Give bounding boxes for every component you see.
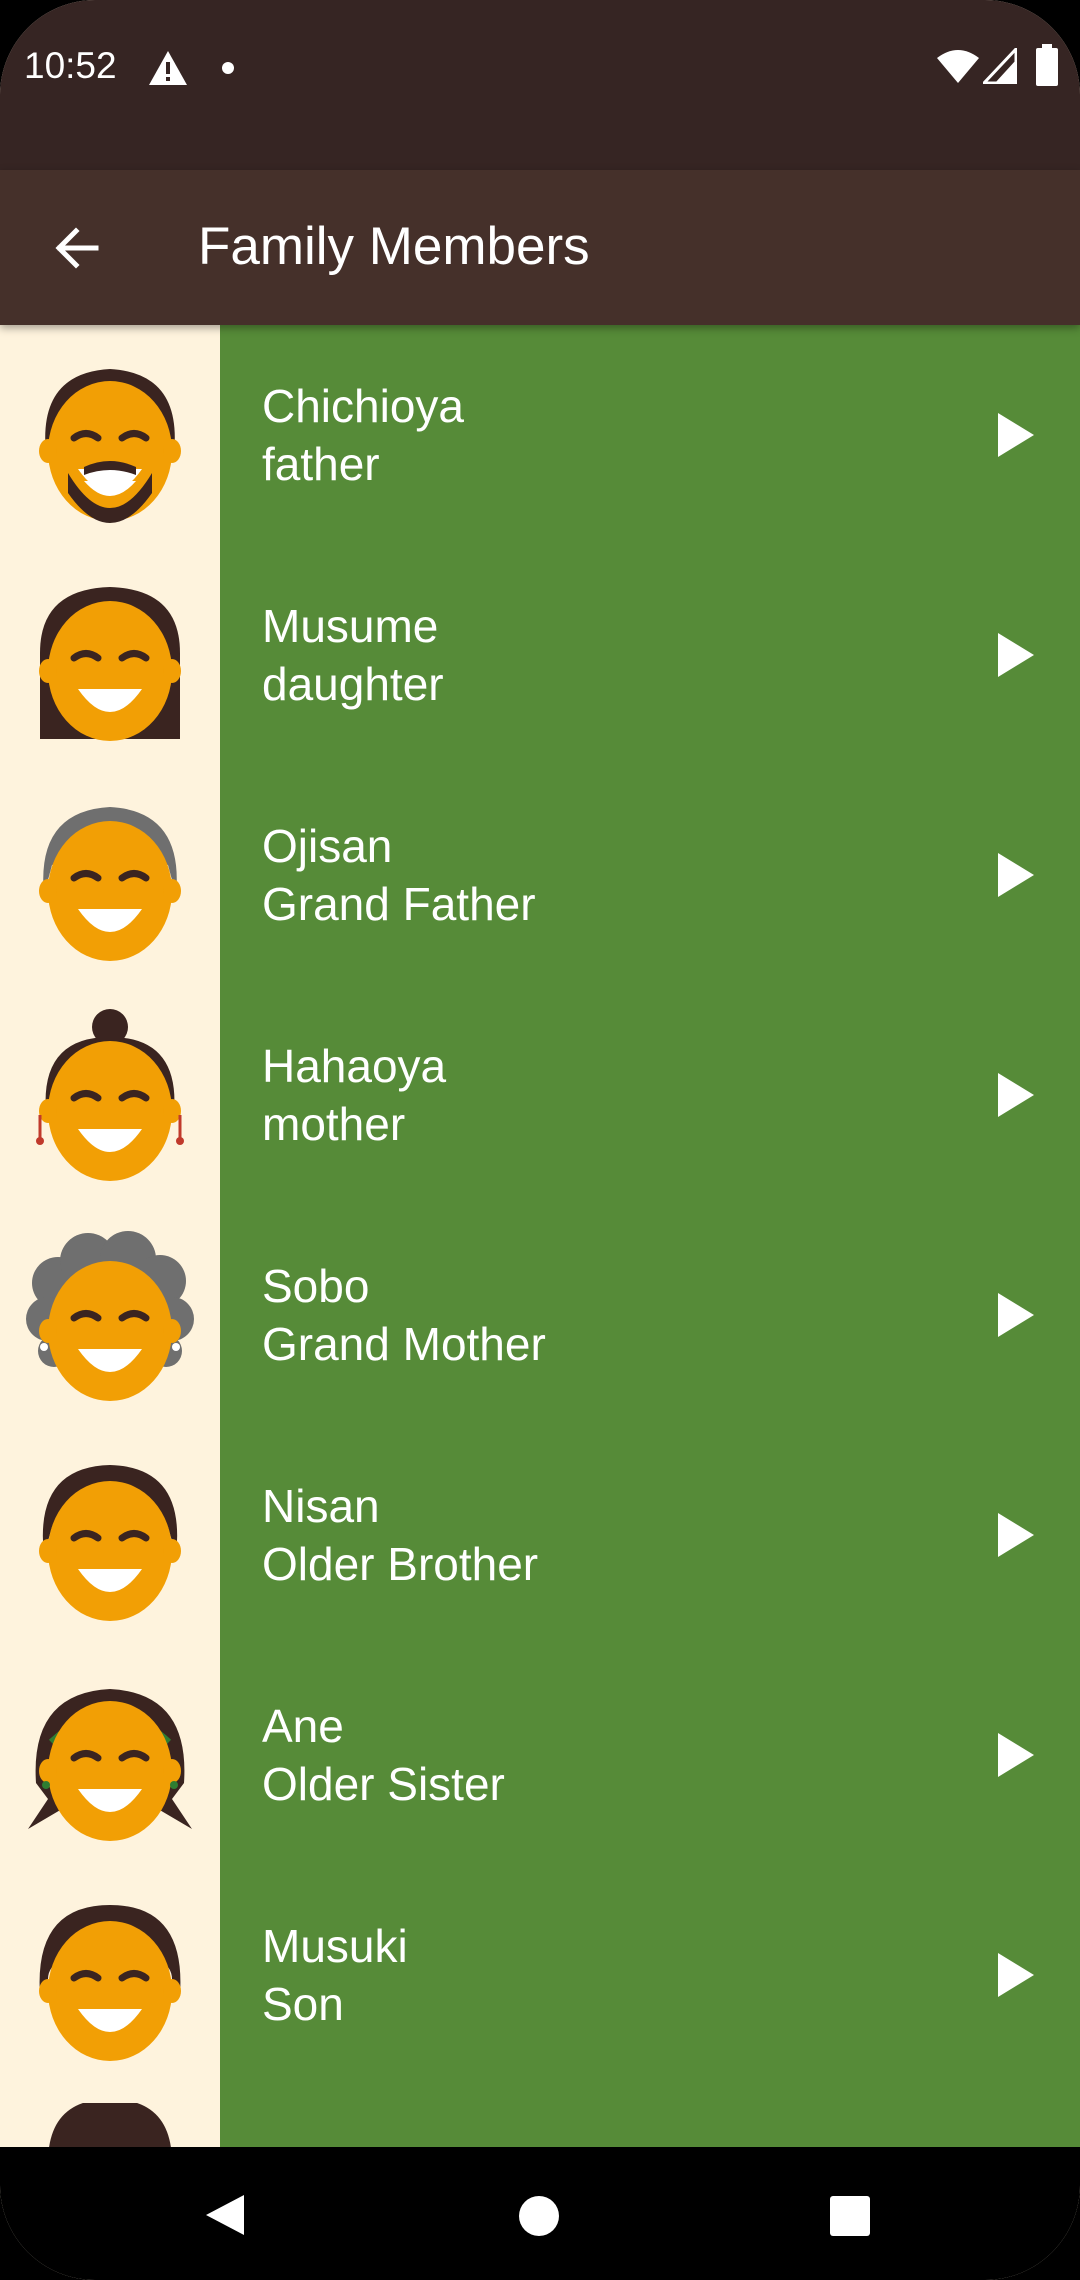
alert-icon <box>149 51 187 85</box>
play-icon[interactable] <box>996 631 1036 679</box>
member-japanese-word: Musuki <box>262 1920 408 1972</box>
play-icon[interactable] <box>996 411 1036 459</box>
play-icon[interactable] <box>996 1511 1036 1559</box>
home-circle-icon[interactable] <box>518 2195 560 2237</box>
grandfather-avatar-icon <box>39 807 181 961</box>
back-triangle-icon[interactable] <box>204 2193 246 2237</box>
daughter-avatar-icon <box>39 587 181 741</box>
play-icon[interactable] <box>996 1291 1036 1339</box>
grandmother-avatar-icon <box>26 1231 194 1401</box>
member-text: Musuki Son <box>262 1917 408 2033</box>
member-english-word: mother <box>262 1098 406 1150</box>
member-text: Chichioya father <box>262 377 464 493</box>
member-japanese-word: Musume <box>262 600 439 652</box>
list-item[interactable]: Sobo Grand Mother <box>0 1205 1080 1425</box>
status-bar: 10:52 <box>0 0 1080 170</box>
play-icon[interactable] <box>996 1731 1036 1779</box>
status-time: 10:52 <box>24 45 117 86</box>
list-item[interactable]: Chichioya father <box>0 325 1080 545</box>
member-text: Ojisan Grand Father <box>262 817 536 933</box>
back-button[interactable] <box>38 210 114 286</box>
battery-icon <box>1036 44 1058 86</box>
member-japanese-word: Hahaoya <box>262 1040 447 1092</box>
mother-avatar-icon <box>36 1009 184 1181</box>
dot-icon <box>222 62 234 74</box>
member-japanese-word: Chichioya <box>262 380 464 432</box>
phone-screen: 10:52 Family Members Chichioya father Mu… <box>0 0 1080 2280</box>
member-japanese-word: Ane <box>262 1700 344 1752</box>
recents-square-icon[interactable] <box>830 2196 870 2236</box>
member-english-word: father <box>262 438 380 490</box>
member-english-word: Older Sister <box>262 1758 505 1810</box>
list-item[interactable]: Musume daughter <box>0 545 1080 765</box>
member-english-word: Son <box>262 1978 344 2030</box>
play-icon[interactable] <box>996 1951 1036 1999</box>
list-item[interactable]: Hahaoya mother <box>0 985 1080 1205</box>
member-text: Hahaoya mother <box>262 1037 446 1153</box>
family-members-list[interactable]: Chichioya father Musume daughter Ojisan Grand… <box>0 325 1080 2147</box>
arrow-back-icon <box>55 227 99 269</box>
wifi-icon <box>937 50 979 83</box>
navigation-bar <box>0 2147 1080 2280</box>
member-japanese-word: Ojisan <box>262 820 393 872</box>
member-japanese-word: Sobo <box>262 1260 370 1312</box>
older-brother-avatar-icon <box>39 1465 181 1621</box>
member-text: Sobo Grand Mother <box>262 1257 546 1373</box>
member-english-word: Grand Mother <box>262 1318 546 1370</box>
play-icon[interactable] <box>996 1071 1036 1119</box>
page-title: Family Members <box>198 217 590 276</box>
member-english-word: Older Brother <box>262 1538 539 1590</box>
list-item[interactable]: Ane Older Sister <box>0 1645 1080 1865</box>
member-text: Musume daughter <box>262 597 444 713</box>
member-english-word: Grand Father <box>262 878 536 930</box>
father-avatar-icon <box>39 369 181 523</box>
member-text: Nisan Older Brother <box>262 1477 538 1593</box>
member-english-word: daughter <box>262 658 444 710</box>
member-text: Ane Older Sister <box>262 1697 505 1813</box>
older-sister-avatar-icon <box>28 1689 192 1841</box>
list-item[interactable]: Nisan Older Brother <box>0 1425 1080 1645</box>
next-avatar-icon <box>49 2103 171 2147</box>
member-japanese-word: Nisan <box>262 1480 380 1532</box>
signal-icon <box>983 48 1017 84</box>
list-item[interactable]: Ojisan Grand Father <box>0 765 1080 985</box>
play-icon[interactable] <box>996 851 1036 899</box>
son-avatar-icon <box>39 1905 181 2061</box>
list-item[interactable]: Musuki Son <box>0 1865 1080 2085</box>
app-bar: Family Members <box>0 170 1080 325</box>
